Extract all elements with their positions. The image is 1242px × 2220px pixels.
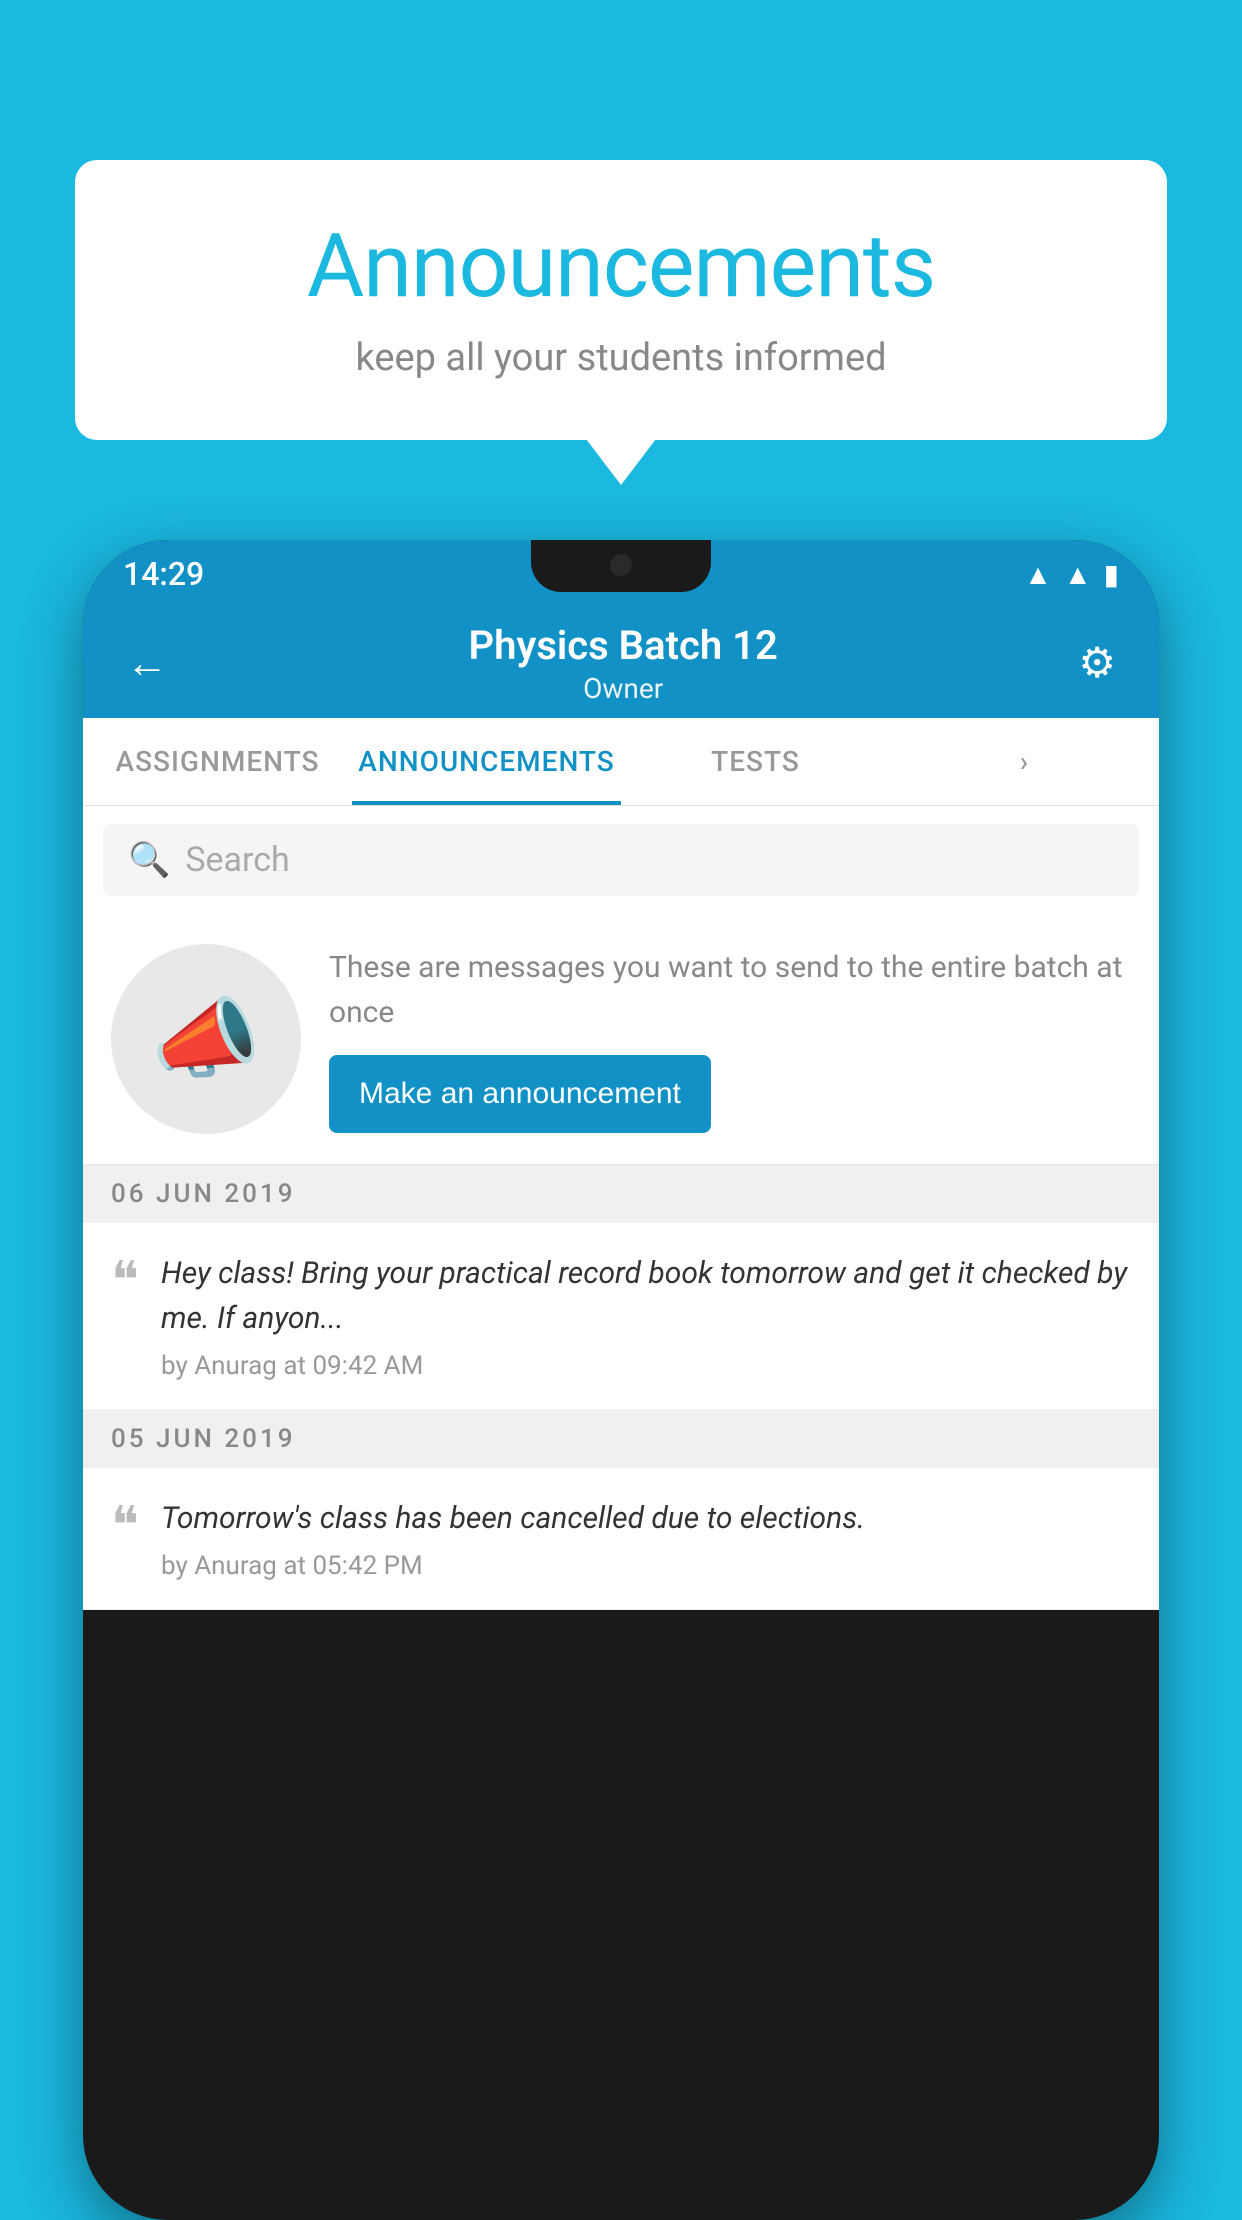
- announcement-prompt: 📣 These are messages you want to send to…: [83, 914, 1159, 1165]
- prompt-description: These are messages you want to send to t…: [329, 945, 1131, 1035]
- tab-announcements[interactable]: ANNOUNCEMENTS: [352, 718, 621, 805]
- quote-icon-1: ❝: [111, 1256, 139, 1308]
- camera-dot: [610, 554, 632, 576]
- batch-name: Physics Batch 12: [176, 622, 1070, 669]
- settings-button[interactable]: ⚙: [1070, 630, 1124, 696]
- announcement-text-2: Tomorrow's class has been cancelled due …: [161, 1496, 1131, 1541]
- speech-bubble: Announcements keep all your students inf…: [75, 160, 1167, 440]
- search-placeholder: Search: [185, 840, 289, 880]
- tab-tests[interactable]: TESTS: [621, 718, 890, 805]
- status-bar: 14:29 ▲ ▲ ▮: [83, 540, 1159, 608]
- prompt-content: These are messages you want to send to t…: [329, 945, 1131, 1133]
- status-time: 14:29: [123, 555, 204, 593]
- search-icon: 🔍: [128, 840, 170, 880]
- tab-more[interactable]: ›: [890, 718, 1159, 805]
- phone-frame: 14:29 ▲ ▲ ▮ ← Physics Batch 12 Owner ⚙ A…: [83, 540, 1159, 2220]
- search-bar[interactable]: 🔍 Search: [103, 824, 1139, 896]
- megaphone-icon: 📣: [151, 988, 261, 1091]
- app-header: ← Physics Batch 12 Owner ⚙: [83, 608, 1159, 718]
- speech-bubble-container: Announcements keep all your students inf…: [75, 160, 1167, 440]
- announcement-item-1: ❝ Hey class! Bring your practical record…: [83, 1223, 1159, 1410]
- phone-screen: 🔍 Search 📣 These are messages you want t…: [83, 806, 1159, 1610]
- tabs-container: ASSIGNMENTS ANNOUNCEMENTS TESTS ›: [83, 718, 1159, 806]
- make-announcement-button[interactable]: Make an announcement: [329, 1055, 711, 1133]
- date-separator-2: 05 JUN 2019: [83, 1410, 1159, 1468]
- header-title-block: Physics Batch 12 Owner: [176, 622, 1070, 705]
- back-button[interactable]: ←: [118, 631, 176, 696]
- batch-role: Owner: [176, 672, 1070, 705]
- announcement-meta-1: by Anurag at 09:42 AM: [161, 1351, 1131, 1381]
- announcement-content-1: Hey class! Bring your practical record b…: [161, 1251, 1131, 1381]
- announcement-item-2: ❝ Tomorrow's class has been cancelled du…: [83, 1468, 1159, 1610]
- tab-assignments[interactable]: ASSIGNMENTS: [83, 718, 352, 805]
- announcement-meta-2: by Anurag at 05:42 PM: [161, 1551, 1131, 1581]
- phone-notch: [531, 540, 711, 592]
- signal-icon: ▲: [1064, 558, 1092, 591]
- megaphone-circle: 📣: [111, 944, 301, 1134]
- status-icons: ▲ ▲ ▮: [1024, 558, 1119, 591]
- date-separator-1: 06 JUN 2019: [83, 1165, 1159, 1223]
- wifi-icon: ▲: [1024, 558, 1052, 591]
- announcement-content-2: Tomorrow's class has been cancelled due …: [161, 1496, 1131, 1581]
- battery-icon: ▮: [1104, 558, 1119, 591]
- quote-icon-2: ❝: [111, 1501, 139, 1553]
- announcement-text-1: Hey class! Bring your practical record b…: [161, 1251, 1131, 1341]
- announcements-subtitle: keep all your students informed: [135, 336, 1107, 380]
- announcements-title: Announcements: [135, 215, 1107, 318]
